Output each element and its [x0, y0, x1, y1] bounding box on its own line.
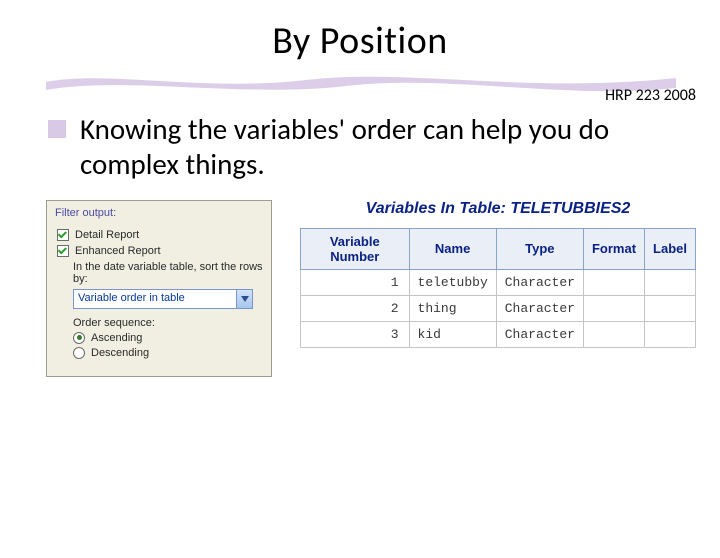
variables-table: Variable Number Name Type Format Label 1…: [300, 228, 696, 348]
cell-name: thing: [409, 295, 496, 321]
cell-label: [645, 321, 696, 347]
filter-output-panel: Filter output: Detail Report Enhanced Re…: [46, 200, 272, 377]
checkbox-icon: [57, 245, 69, 257]
descending-radio[interactable]: Descending: [73, 347, 263, 359]
radio-icon: [73, 347, 85, 359]
bullet-item: Knowing the variables' order can help yo…: [48, 112, 684, 182]
cell-type: Character: [496, 269, 583, 295]
sort-rows-select[interactable]: Variable order in table: [73, 289, 253, 309]
descending-label: Descending: [91, 347, 149, 359]
col-label: Label: [645, 228, 696, 269]
variables-block: Variables In Table: TELETUBBIES2 Variabl…: [300, 200, 696, 348]
cell-num: 3: [301, 321, 410, 347]
chevron-down-icon: [236, 290, 252, 308]
detail-report-label: Detail Report: [75, 229, 139, 241]
ascending-radio[interactable]: Ascending: [73, 332, 263, 344]
table-header-row: Variable Number Name Type Format Label: [301, 228, 696, 269]
table-row: 2 thing Character: [301, 295, 696, 321]
bullet-marker-icon: [48, 120, 66, 138]
cell-label: [645, 269, 696, 295]
variables-title-name: TELETUBBIES2: [510, 200, 630, 217]
cell-num: 2: [301, 295, 410, 321]
cell-format: [583, 269, 644, 295]
cell-type: Character: [496, 321, 583, 347]
ascending-label: Ascending: [91, 332, 142, 344]
sort-rows-select-value: Variable order in table: [74, 290, 236, 308]
col-name: Name: [409, 228, 496, 269]
page-title: By Position: [0, 18, 720, 64]
order-sequence-label: Order sequence:: [73, 317, 263, 329]
sort-rows-label: In the date variable table, sort the row…: [73, 261, 263, 285]
table-row: 3 kid Character: [301, 321, 696, 347]
course-label: HRP 223 2008: [605, 86, 696, 105]
variables-title-prefix: Variables In Table:: [366, 200, 511, 217]
detail-report-checkbox[interactable]: Detail Report: [57, 229, 263, 241]
cell-format: [583, 321, 644, 347]
variables-title: Variables In Table: TELETUBBIES2: [300, 200, 696, 218]
cell-format: [583, 295, 644, 321]
cell-name: kid: [409, 321, 496, 347]
col-format: Format: [583, 228, 644, 269]
cell-type: Character: [496, 295, 583, 321]
checkbox-icon: [57, 229, 69, 241]
cell-num: 1: [301, 269, 410, 295]
col-type: Type: [496, 228, 583, 269]
radio-icon: [73, 332, 85, 344]
cell-label: [645, 295, 696, 321]
col-variable-number: Variable Number: [301, 228, 410, 269]
enhanced-report-label: Enhanced Report: [75, 245, 161, 257]
enhanced-report-checkbox[interactable]: Enhanced Report: [57, 245, 263, 257]
cell-name: teletubby: [409, 269, 496, 295]
bullet-text: Knowing the variables' order can help yo…: [80, 112, 684, 182]
filter-output-group-label: Filter output:: [55, 207, 116, 219]
table-row: 1 teletubby Character: [301, 269, 696, 295]
